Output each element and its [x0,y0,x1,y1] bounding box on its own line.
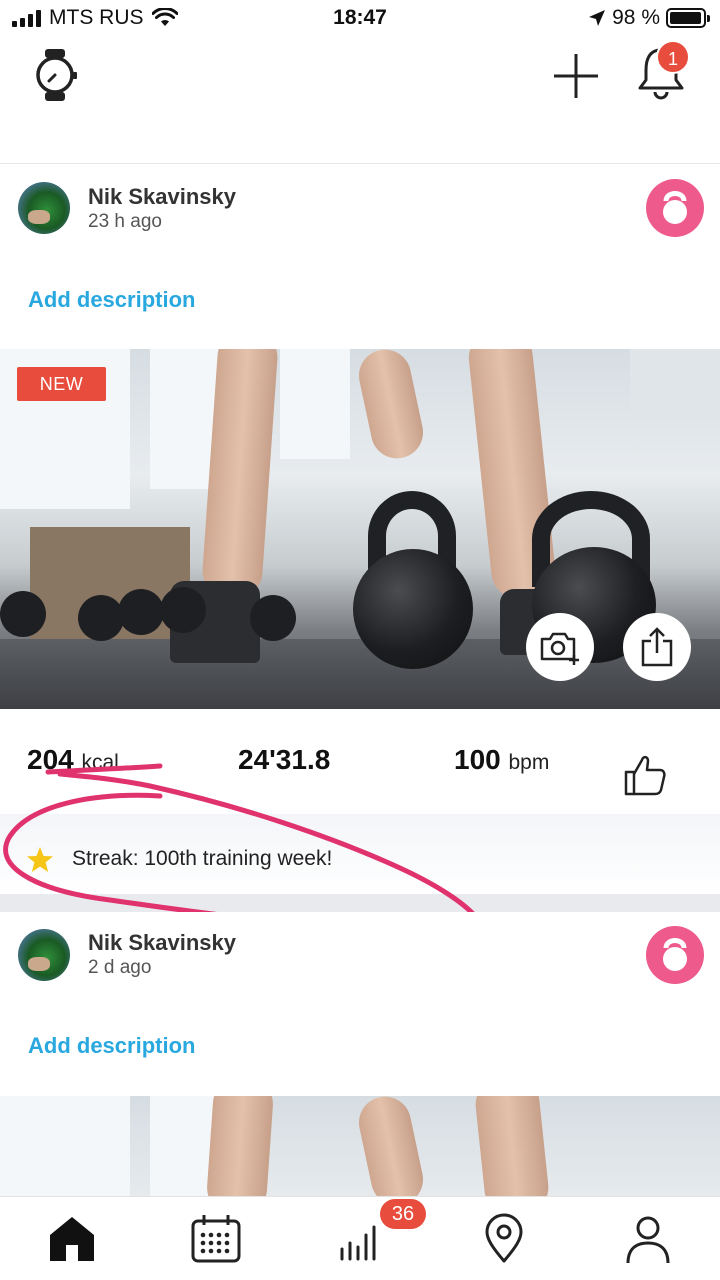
share-icon [641,627,673,667]
author-row[interactable]: Nik Skavinsky 23 h ago [0,165,720,245]
battery-icon [666,8,710,28]
athlete-right-leg [472,1096,552,1196]
add-description-link[interactable]: Add description [28,287,195,313]
add-photo-button[interactable] [526,613,594,681]
plus-icon[interactable] [552,52,600,100]
map-pin-icon[interactable] [478,1213,530,1265]
feed-divider [0,894,720,912]
battery-percent: 98 % [612,6,660,29]
streak-banner: Streak: 100th training week! [0,814,720,894]
kettlebell-small [250,595,296,641]
author-row[interactable]: Nik Skavinsky 2 d ago [0,912,720,992]
kettlebell-small [160,587,206,633]
avatar[interactable] [18,929,70,981]
new-badge: NEW [17,367,106,401]
duration-stat: 24'31.8 [238,744,331,775]
workout-photo[interactable] [0,1096,720,1196]
feed-card: Nik Skavinsky 2 d ago Add description [0,912,720,1196]
athlete-left-leg [205,1096,275,1196]
watch-icon[interactable] [32,48,78,102]
kettlebell-small [78,595,124,641]
star-icon [27,847,53,872]
author-name[interactable]: Nik Skavinsky [88,930,236,956]
location-arrow-icon [589,10,606,26]
workout-stats: 204 kcal 24'31.8 100 bpm [0,710,720,814]
heart-rate-stat: 100 bpm [454,744,549,776]
avatar[interactable] [18,182,70,234]
share-button[interactable] [623,613,691,681]
calories-stat: 204 kcal [27,744,119,776]
notification-badge: 1 [656,40,690,74]
calories-unit: kcal [81,751,119,774]
camera-add-icon [540,632,579,665]
heart-rate-value: 100 [454,744,501,775]
add-description-link[interactable]: Add description [28,1033,195,1059]
streak-text: Streak: 100th training week! [72,847,333,870]
heart-rate-unit: bpm [508,751,550,774]
kettlebell-icon[interactable] [646,926,704,984]
app-bar: 1 [0,36,720,164]
kettlebell-large [353,549,473,669]
post-time: 2 d ago [88,957,152,978]
post-time: 23 h ago [88,211,162,232]
window-light [280,349,350,459]
home-icon[interactable] [46,1213,98,1265]
bottom-nav: 36 [0,1196,720,1280]
calories-value: 204 [27,744,74,775]
workout-photo[interactable]: NEW [0,349,720,709]
battery-fill [670,12,702,24]
stats-icon[interactable] [334,1213,386,1265]
athlete-hand [354,349,428,464]
athlete-hand [354,1096,428,1196]
kettlebell-icon[interactable] [646,179,704,237]
window-light [0,1096,130,1196]
status-bar: MTS RUS 18:47 98 % [0,0,720,36]
kettlebell-small [0,591,46,637]
kettlebell-small [118,589,164,635]
author-name[interactable]: Nik Skavinsky [88,184,236,210]
calendar-icon[interactable] [190,1213,242,1265]
stats-badge: 36 [380,1199,426,1229]
window-light [630,349,720,409]
profile-icon[interactable] [622,1213,674,1265]
like-icon[interactable] [620,750,668,798]
status-right: 98 % [588,6,710,30]
